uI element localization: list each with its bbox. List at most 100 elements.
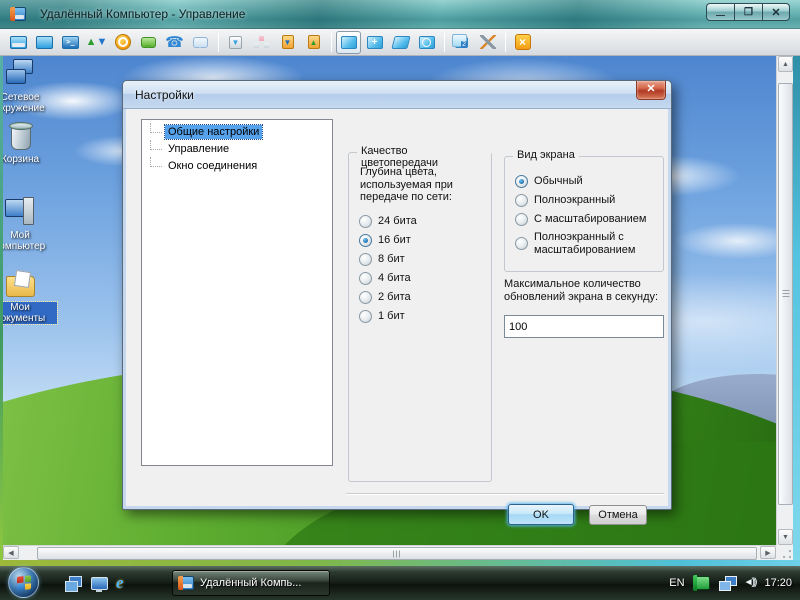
tree-item-general[interactable]: Общие настройки [142,123,332,140]
window-titlebar: Удалённый Компьютер - Управление [0,0,800,29]
desktop-icon-recycle-bin[interactable]: Корзина [3,120,57,165]
toolbar-separator [444,33,445,52]
desktop-icon-my-documents[interactable]: Мои документы [3,268,57,324]
task-button-label: Удалённый Компь... [200,577,301,589]
clock[interactable]: 17:20 [764,577,792,589]
chat-icon[interactable] [136,31,161,54]
window-title: Удалённый Компьютер - Управление [40,7,245,21]
max-updates-input[interactable] [504,315,664,338]
radio-view-fullscreen[interactable]: Полноэкранный [515,193,652,207]
tree-item-label: Управление [165,142,232,156]
radio-label: Полноэкранный [534,194,615,207]
app-icon [178,576,194,590]
radio-24bit[interactable]: 24 бита [359,214,417,228]
network-tray-icon[interactable] [719,576,735,590]
view-fullscreen-icon[interactable] [362,31,387,54]
desktop-icon-label: Сетевое окружение [3,92,57,114]
scroll-up-button[interactable]: ▲ [778,56,793,72]
radio-icon[interactable] [359,253,372,266]
radio-icon[interactable] [359,215,372,228]
radio-16bit[interactable]: 16 бит [359,233,417,247]
clipboard-copy-glyph: ▲ [308,35,320,49]
message-glyph [193,37,208,48]
call-icon[interactable]: ☎ [162,31,187,54]
view-normal-icon[interactable] [336,31,361,54]
disconnect-icon[interactable]: × [510,31,535,54]
ok-button[interactable]: OK [508,504,574,525]
thumb-grip [782,290,789,298]
volume-tray-icon[interactable]: ◄))) [744,576,756,590]
cancel-button[interactable]: Отмена [589,505,647,525]
tree-item-connection-window[interactable]: Окно соединения [142,157,332,174]
clipboard-copy-icon[interactable]: ▲ [301,31,326,54]
power-glyph [115,34,131,50]
screen-view-group: Вид экрана Обычный Полноэкранный С масшт… [504,156,664,272]
horizontal-scrollbar-thumb[interactable] [37,547,757,560]
radio-view-normal[interactable]: Обычный [515,174,652,188]
resize-grip[interactable] [776,545,793,560]
vertical-scrollbar-thumb[interactable] [778,83,793,505]
remote-service-tray-icon[interactable] [694,576,710,590]
dialog-close-icon[interactable] [636,81,666,100]
radio-label: Обычный [534,175,583,188]
radio-8bit[interactable]: 8 бит [359,252,417,266]
radio-icon[interactable] [515,194,528,207]
internet-explorer-icon[interactable]: e [116,574,134,592]
radio-2bit[interactable]: 2 бита [359,290,417,304]
radio-icon[interactable] [515,213,528,226]
remote-control-icon[interactable] [6,31,31,54]
radio-icon[interactable] [515,237,528,250]
minimize-button[interactable] [706,3,734,21]
radio-icon[interactable] [359,291,372,304]
horizontal-scrollbar[interactable]: ◀ ▶ [3,545,776,560]
power-icon[interactable] [110,31,135,54]
show-desktop-icon[interactable] [90,574,108,592]
start-button[interactable] [8,567,39,598]
radio-1bit[interactable]: 1 бит [359,309,417,323]
close-button[interactable] [762,3,790,21]
screen-view-options: Обычный Полноэкранный С масштабированием… [515,174,652,261]
maximize-button[interactable] [734,3,762,21]
send-file-icon[interactable]: ▼ [223,31,248,54]
blocks-icon[interactable] [249,31,274,54]
vertical-scrollbar[interactable]: ▲ ▼ [776,56,793,545]
clipboard-paste-glyph: ▼ [282,35,294,49]
radio-icon-selected[interactable] [515,175,528,188]
view-normal-glyph [341,36,357,49]
settings-dialog: Настройки Общие настройки Управление Окн… [122,80,672,510]
switch-windows-icon[interactable] [64,574,82,592]
scroll-left-button[interactable]: ◀ [3,546,19,559]
language-indicator[interactable]: EN [669,577,684,589]
file-transfer-arrows-icon[interactable]: ▲▼ [84,31,109,54]
screenshot-icon[interactable] [449,31,474,54]
settings-icon[interactable] [475,31,500,54]
send-file-glyph: ▼ [229,36,242,49]
radio-icon[interactable] [359,310,372,323]
desktop-icon-my-computer[interactable]: Мой компьютер [3,196,57,252]
radio-label: 1 бит [378,310,405,323]
scroll-down-button[interactable]: ▼ [778,529,793,545]
radio-label: 16 бит [378,234,411,247]
tree-item-management[interactable]: Управление [142,140,332,157]
radio-4bit[interactable]: 4 бита [359,271,417,285]
scroll-right-button[interactable]: ▶ [760,546,776,559]
recycle-bin-icon [3,120,37,152]
blocks-glyph [254,36,269,48]
console-glyph: >_ [62,36,79,49]
radio-label: 4 бита [378,272,411,285]
radio-view-scaled[interactable]: С масштабированием [515,212,652,226]
message-icon[interactable] [188,31,213,54]
screen: Удалённый Компьютер - Управление >_ ▲▼ ☎… [0,0,800,600]
radio-icon[interactable] [359,272,372,285]
view-fullscreen-scaled-icon[interactable] [414,31,439,54]
radio-icon-selected[interactable] [359,234,372,247]
desktop-icon-network[interactable]: Сетевое окружение [3,58,57,114]
radio-view-fullscreen-scaled[interactable]: Полноэкранный с масштабированием [515,231,652,256]
monitor-icon[interactable] [32,31,57,54]
view-scaled-icon[interactable] [388,31,413,54]
window-controls [706,3,790,21]
clipboard-paste-icon[interactable]: ▼ [275,31,300,54]
task-button-remote-computer[interactable]: Удалённый Компь... [172,570,330,596]
console-icon[interactable]: >_ [58,31,83,54]
tree-branch-line [150,140,162,150]
